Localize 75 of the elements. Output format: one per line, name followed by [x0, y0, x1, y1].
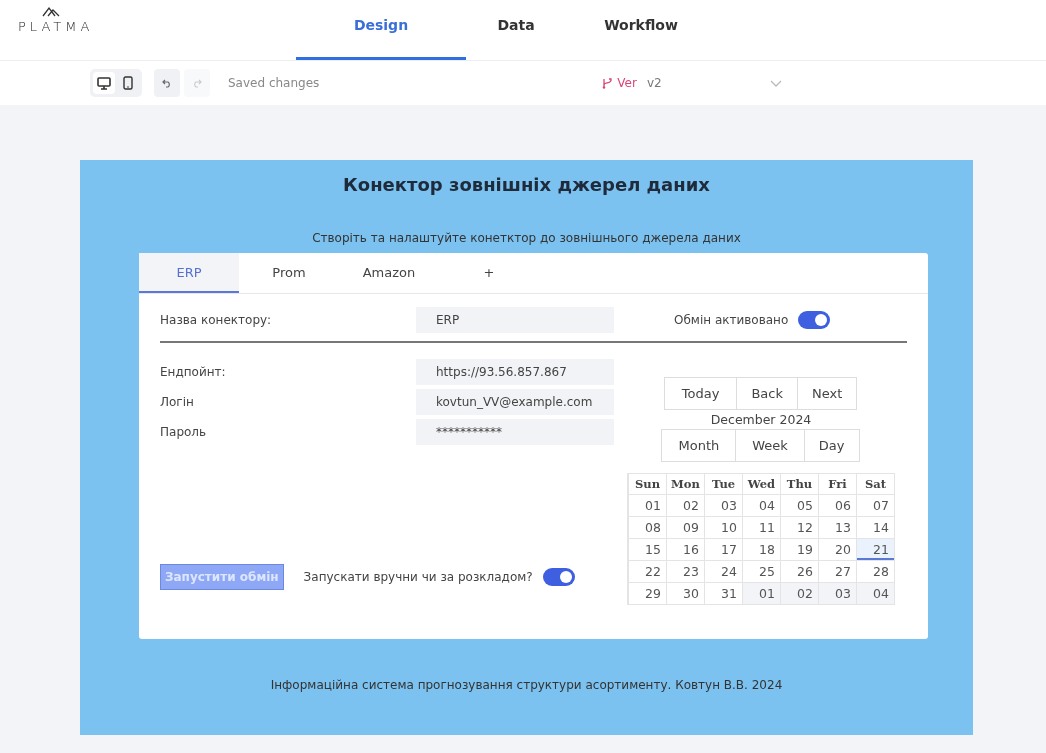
input-field[interactable]: https://93.56.857.867 — [416, 359, 614, 385]
calendar-day[interactable]: 01 — [742, 582, 780, 604]
calendar-nav-button[interactable]: Next — [796, 377, 858, 410]
calendar-day[interactable]: 09 — [666, 516, 704, 538]
calendar-day[interactable]: 23 — [666, 560, 704, 582]
connector-tab[interactable]: + — [439, 253, 539, 293]
calendar-day[interactable]: 02 — [780, 582, 818, 604]
calendar-day[interactable]: 01 — [628, 494, 666, 516]
calendar-day[interactable]: 02 — [666, 494, 704, 516]
calendar-day[interactable]: 25 — [742, 560, 780, 582]
calendar-day[interactable]: 04 — [742, 494, 780, 516]
calendar-day[interactable]: 15 — [628, 538, 666, 560]
calendar-day[interactable]: 29 — [628, 582, 666, 604]
redo-icon — [192, 78, 202, 88]
save-status: Saved changes — [228, 76, 320, 90]
calendar-day[interactable]: 22 — [628, 560, 666, 582]
input-field[interactable]: *********** — [416, 419, 614, 445]
calendar-day[interactable]: 17 — [704, 538, 742, 560]
calendar-day[interactable]: 26 — [780, 560, 818, 582]
calendar-day[interactable]: 18 — [742, 538, 780, 560]
calendar-day[interactable]: 08 — [628, 516, 666, 538]
connector-tab[interactable]: ERP — [139, 253, 239, 293]
calendar-day[interactable]: 10 — [704, 516, 742, 538]
version-label: Ver — [617, 76, 637, 90]
calendar-day[interactable]: 24 — [704, 560, 742, 582]
calendar-view-button[interactable]: Month — [661, 429, 737, 462]
calendar-day[interactable]: 12 — [780, 516, 818, 538]
calendar-day[interactable]: 13 — [818, 516, 856, 538]
connector-tab[interactable]: Amazon — [339, 253, 439, 293]
field-label: Пароль — [160, 425, 208, 439]
nav-tab[interactable]: Workflow — [566, 0, 716, 60]
calendar-view-button[interactable]: Day — [803, 429, 860, 462]
page-title: Конектор зовнішніх джерел даних — [343, 174, 710, 195]
calendar-nav-button[interactable]: Back — [736, 377, 798, 410]
field-label: Ендпойнт: — [160, 365, 227, 379]
calendar-day[interactable]: 16 — [666, 538, 704, 560]
calendar-day[interactable]: 03 — [818, 582, 856, 604]
calendar-day[interactable]: 28 — [856, 560, 894, 582]
nav-tab[interactable]: Design — [296, 0, 466, 60]
calendar-day[interactable]: 20 — [818, 538, 856, 560]
toggle-switch[interactable] — [798, 311, 831, 329]
toggle-label: Обмін активовано — [674, 313, 789, 327]
toggle-switch[interactable] — [542, 568, 575, 586]
calendar-day[interactable]: 21 — [856, 538, 894, 560]
calendar-day[interactable]: 03 — [704, 494, 742, 516]
calendar-day[interactable]: 11 — [742, 516, 780, 538]
calendar-month: December 2024 — [710, 411, 812, 429]
calendar-day[interactable]: 31 — [704, 582, 742, 604]
calendar-day[interactable]: 30 — [666, 582, 704, 604]
calendar-nav-button[interactable]: Today — [663, 377, 738, 410]
desktop-icon — [97, 76, 111, 90]
input-field[interactable]: kovtun_VV@example.com — [416, 389, 614, 415]
undo-icon — [162, 78, 172, 88]
mountain-logo-icon — [42, 6, 62, 17]
toggle-label: Запускати вручни чи за розкладом? — [303, 570, 533, 584]
calendar-day[interactable]: 07 — [856, 494, 894, 516]
logo-text: PLATMA — [18, 19, 94, 34]
field-label: Логін — [160, 395, 195, 409]
calendar-day[interactable]: 04 — [856, 582, 894, 604]
calendar-day[interactable]: 19 — [780, 538, 818, 560]
page-subtitle: Створіть та налаштуйте конетктор до зовнішнього джерела даних — [312, 231, 741, 245]
calendar-day[interactable]: 14 — [856, 516, 894, 538]
calendar-day[interactable]: 06 — [818, 494, 856, 516]
branch-icon — [602, 77, 614, 89]
calendar-day[interactable]: 27 — [818, 560, 856, 582]
nav-tab[interactable]: Data — [466, 0, 566, 60]
field-label: Назва конектору: — [160, 313, 273, 327]
connector-tab[interactable]: Prom — [239, 253, 339, 293]
input-field[interactable]: ERP — [416, 307, 614, 333]
version-value[interactable]: v2 — [646, 76, 662, 90]
calendar-day[interactable]: 05 — [780, 494, 818, 516]
device-button[interactable] — [93, 72, 115, 94]
calendar-view-button[interactable]: Week — [735, 429, 805, 462]
page-footer: Інформаційна система прогнозування структури асортименту. Ковтун В.В. 2024 — [270, 678, 783, 692]
mobile-icon — [123, 76, 133, 90]
